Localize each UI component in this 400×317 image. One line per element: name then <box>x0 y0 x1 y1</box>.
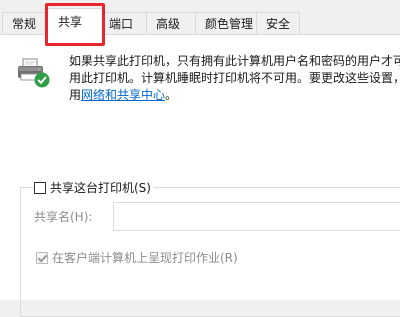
tab-ports[interactable]: 端口 <box>104 12 147 34</box>
tab-color-management[interactable]: 颜色管理 <box>195 12 257 34</box>
description-line-1: 如果共享此打印机，只有拥有此计算机用户名和密码的用户才可 <box>69 54 400 68</box>
share-printer-checkbox[interactable] <box>34 181 46 194</box>
tab-strip: 常规 高级 颜色管理 安全 端口 共享 <box>0 0 400 46</box>
share-printer-label: 共享这台打印机(S) <box>50 181 151 195</box>
share-name-input[interactable] <box>113 202 400 231</box>
tab-general[interactable]: 常规 <box>2 12 47 34</box>
tab-security[interactable]: 安全 <box>256 12 300 34</box>
tab-sharing[interactable]: 共享 <box>47 8 105 35</box>
printer-shared-icon <box>18 58 50 88</box>
sharing-description: 如果共享此打印机，只有拥有此计算机用户名和密码的用户才可 用此打印机。计算机睡眠… <box>69 53 400 104</box>
render-jobs-label: 在客户端计算机上呈现打印作业(R) <box>52 251 238 265</box>
share-printer-option[interactable]: 共享这台打印机(S) <box>34 179 154 196</box>
description-prefix: 用 <box>69 88 82 102</box>
tab-advanced[interactable]: 高级 <box>146 12 196 34</box>
render-jobs-checkbox[interactable] <box>36 251 48 264</box>
network-sharing-center-link[interactable]: 网络和共享中心 <box>81 88 165 102</box>
description-suffix: 。 <box>165 88 178 102</box>
render-jobs-option[interactable]: 在客户端计算机上呈现打印作业(R) <box>36 249 238 266</box>
description-line-3: 用网络和共享中心。 <box>69 87 400 104</box>
description-line-2: 用此打印机。计算机睡眠时打印机将不可用。要更改这些设置， <box>69 71 400 85</box>
share-name-label: 共享名(H): <box>34 210 93 224</box>
